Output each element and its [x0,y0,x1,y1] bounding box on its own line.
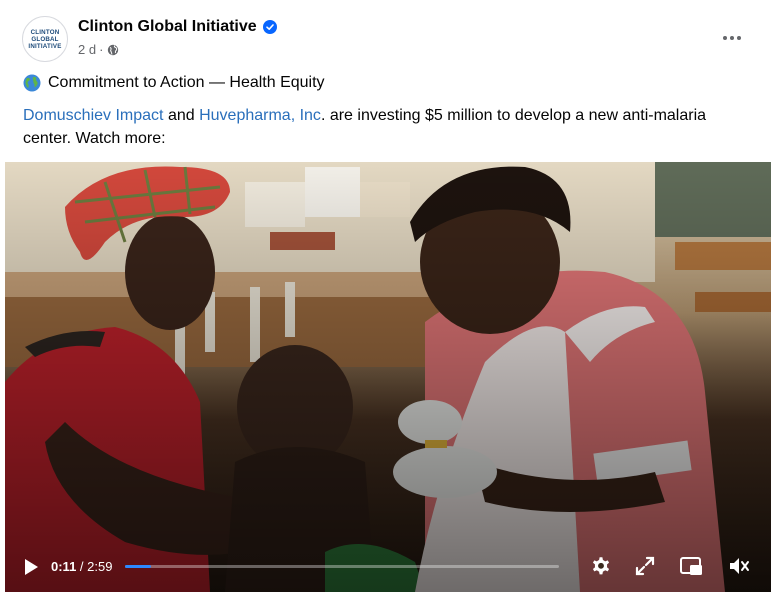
current-time: 0:11 [51,559,77,574]
post-meta: 2 d · [78,42,119,57]
more-options-button[interactable] [716,24,748,52]
settings-icon[interactable] [589,555,613,577]
duration: 2:59 [87,559,113,574]
body-and: and [163,107,200,124]
fullscreen-icon[interactable] [633,555,657,577]
dot [737,36,741,40]
page-avatar[interactable]: CLINTON GLOBAL INITIATIVE [22,16,68,62]
post-card: CLINTON GLOBAL INITIATIVE Clinton Global… [0,0,776,597]
progress-bar[interactable] [125,565,559,568]
globe-icon[interactable] [107,44,119,56]
video-time: 0:11 / 2:59 [51,559,112,574]
post-timestamp[interactable]: 2 d [78,42,96,57]
earth-globe-icon [23,74,41,92]
page-name-link[interactable]: Clinton Global Initiative [78,18,277,36]
picture-in-picture-icon[interactable] [679,555,703,577]
progress-fill [125,565,152,568]
verified-badge-icon [262,20,277,34]
post-body: Domuschiev Impact and Huvepharma, Inc. a… [23,104,753,150]
meta-separator: · [99,42,104,57]
video-player[interactable]: 0:11 / 2:59 [5,162,771,592]
link-huvepharma[interactable]: Huvepharma, Inc [199,107,321,124]
dot [723,36,727,40]
play-icon[interactable] [23,558,39,576]
dot [730,36,734,40]
avatar-logo-line: GLOBAL [31,35,59,43]
page-name[interactable]: Clinton Global Initiative [78,18,257,36]
headline-text: Commitment to Action — Health Equity [48,74,325,91]
video-frame [5,162,771,592]
avatar-logo-line: INITIATIVE [28,42,62,50]
link-domuschiev-impact[interactable]: Domuschiev Impact [23,107,164,124]
post-headline: Commitment to Action — Health Equity [23,74,325,92]
time-separator: / [76,559,88,574]
avatar-logo-line: CLINTON [30,28,60,36]
mute-icon[interactable] [727,555,751,577]
